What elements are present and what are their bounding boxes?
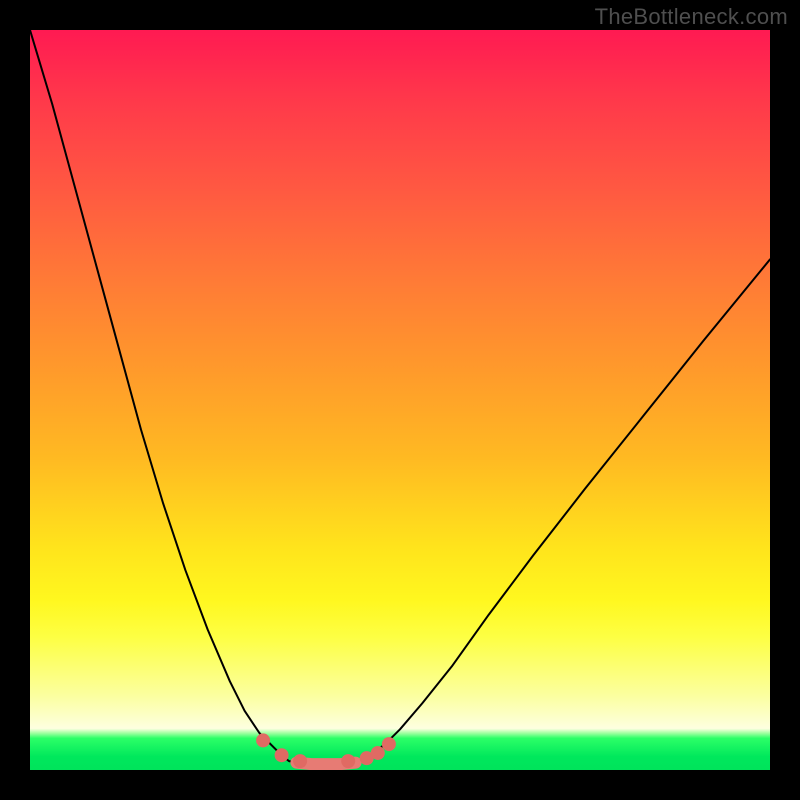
chart-frame: TheBottleneck.com [0, 0, 800, 800]
highlight-dot [256, 733, 270, 747]
highlight-dot [371, 746, 385, 760]
plot-area [30, 30, 770, 770]
curve-left-branch [30, 30, 296, 763]
curve-right-branch [356, 259, 770, 762]
chart-svg [30, 30, 770, 770]
highlight-dot [382, 737, 396, 751]
highlight-dot [275, 748, 289, 762]
curve-group [30, 30, 770, 764]
highlight-dot [293, 754, 307, 768]
highlight-dot [341, 754, 355, 768]
watermark-text: TheBottleneck.com [595, 4, 788, 30]
